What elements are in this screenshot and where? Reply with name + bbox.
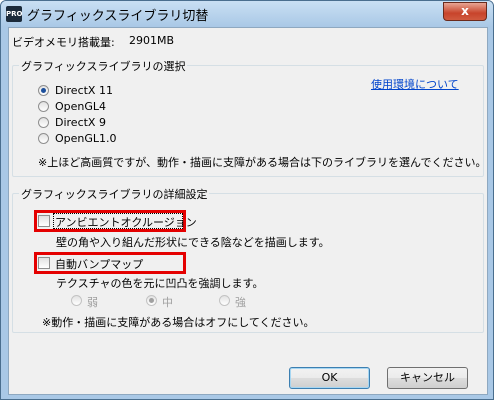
option-opengl10-label: OpenGL1.0 bbox=[55, 132, 117, 145]
bump-map-checkbox[interactable] bbox=[38, 257, 50, 269]
detail-note: ※動作・描画に支障がある場合はオフにしてください。 bbox=[42, 316, 315, 329]
radio-directx11[interactable] bbox=[38, 85, 49, 96]
library-group-title: グラフィックスライブラリの選択 bbox=[19, 58, 188, 74]
vram-value: 2901MB bbox=[129, 34, 175, 47]
radio-strength-medium[interactable] bbox=[146, 295, 157, 306]
radio-opengl4[interactable] bbox=[38, 101, 49, 112]
ok-button[interactable]: OK bbox=[289, 367, 370, 389]
option-directx9-label: DirectX 9 bbox=[55, 116, 106, 129]
dialog-window: PRO グラフィックスライブラリ切替 x ビデオメモリ搭載量: 2901MB グ… bbox=[0, 0, 494, 400]
strength-weak-label: 弱 bbox=[87, 296, 98, 309]
ambient-occlusion-checkbox[interactable] bbox=[38, 215, 50, 227]
library-selection-group: グラフィックスライブラリの選択 使用環境について DirectX 11 Open… bbox=[12, 58, 487, 177]
vram-label: ビデオメモリ搭載量: bbox=[12, 36, 115, 49]
strength-medium-label: 中 bbox=[162, 296, 173, 309]
radio-directx9[interactable] bbox=[38, 117, 49, 128]
close-button[interactable]: x bbox=[443, 2, 487, 21]
title-bar[interactable]: PRO グラフィックスライブラリ切替 x bbox=[1, 1, 493, 27]
library-note: ※上ほど高画質ですが、動作・描画に支障がある場合は下のライブラリを選んでください… bbox=[38, 156, 487, 169]
option-directx11-label: DirectX 11 bbox=[55, 84, 113, 97]
cancel-button[interactable]: キャンセル bbox=[387, 367, 468, 389]
radio-opengl10[interactable] bbox=[38, 133, 49, 144]
dialog-body: ビデオメモリ搭載量: 2901MB グラフィックスライブラリの選択 使用環境につ… bbox=[8, 27, 488, 395]
app-icon: PRO bbox=[6, 6, 22, 22]
window-title: グラフィックスライブラリ切替 bbox=[27, 9, 209, 24]
ambient-occlusion-description: 壁の角や入り組んだ形状にできる陰などを描画します。 bbox=[56, 236, 330, 249]
strength-strong-label: 強 bbox=[235, 296, 246, 309]
detail-settings-group: グラフィックスライブラリの詳細設定 アンビエントオクルージョン 壁の角や入り組ん… bbox=[12, 186, 484, 333]
usage-environment-link[interactable]: 使用環境について bbox=[371, 76, 459, 92]
option-opengl4-label: OpenGL4 bbox=[55, 100, 107, 113]
radio-strength-strong[interactable] bbox=[219, 295, 230, 306]
radio-strength-weak[interactable] bbox=[71, 295, 82, 306]
close-icon: x bbox=[461, 4, 469, 18]
detail-group-title: グラフィックスライブラリの詳細設定 bbox=[19, 186, 210, 202]
bump-map-description: テクスチャの色を元に凹凸を強調します。 bbox=[56, 277, 264, 290]
bump-map-label[interactable]: 自動バンプマップ bbox=[55, 256, 143, 272]
ambient-occlusion-label[interactable]: アンビエントオクルージョン bbox=[55, 214, 197, 230]
